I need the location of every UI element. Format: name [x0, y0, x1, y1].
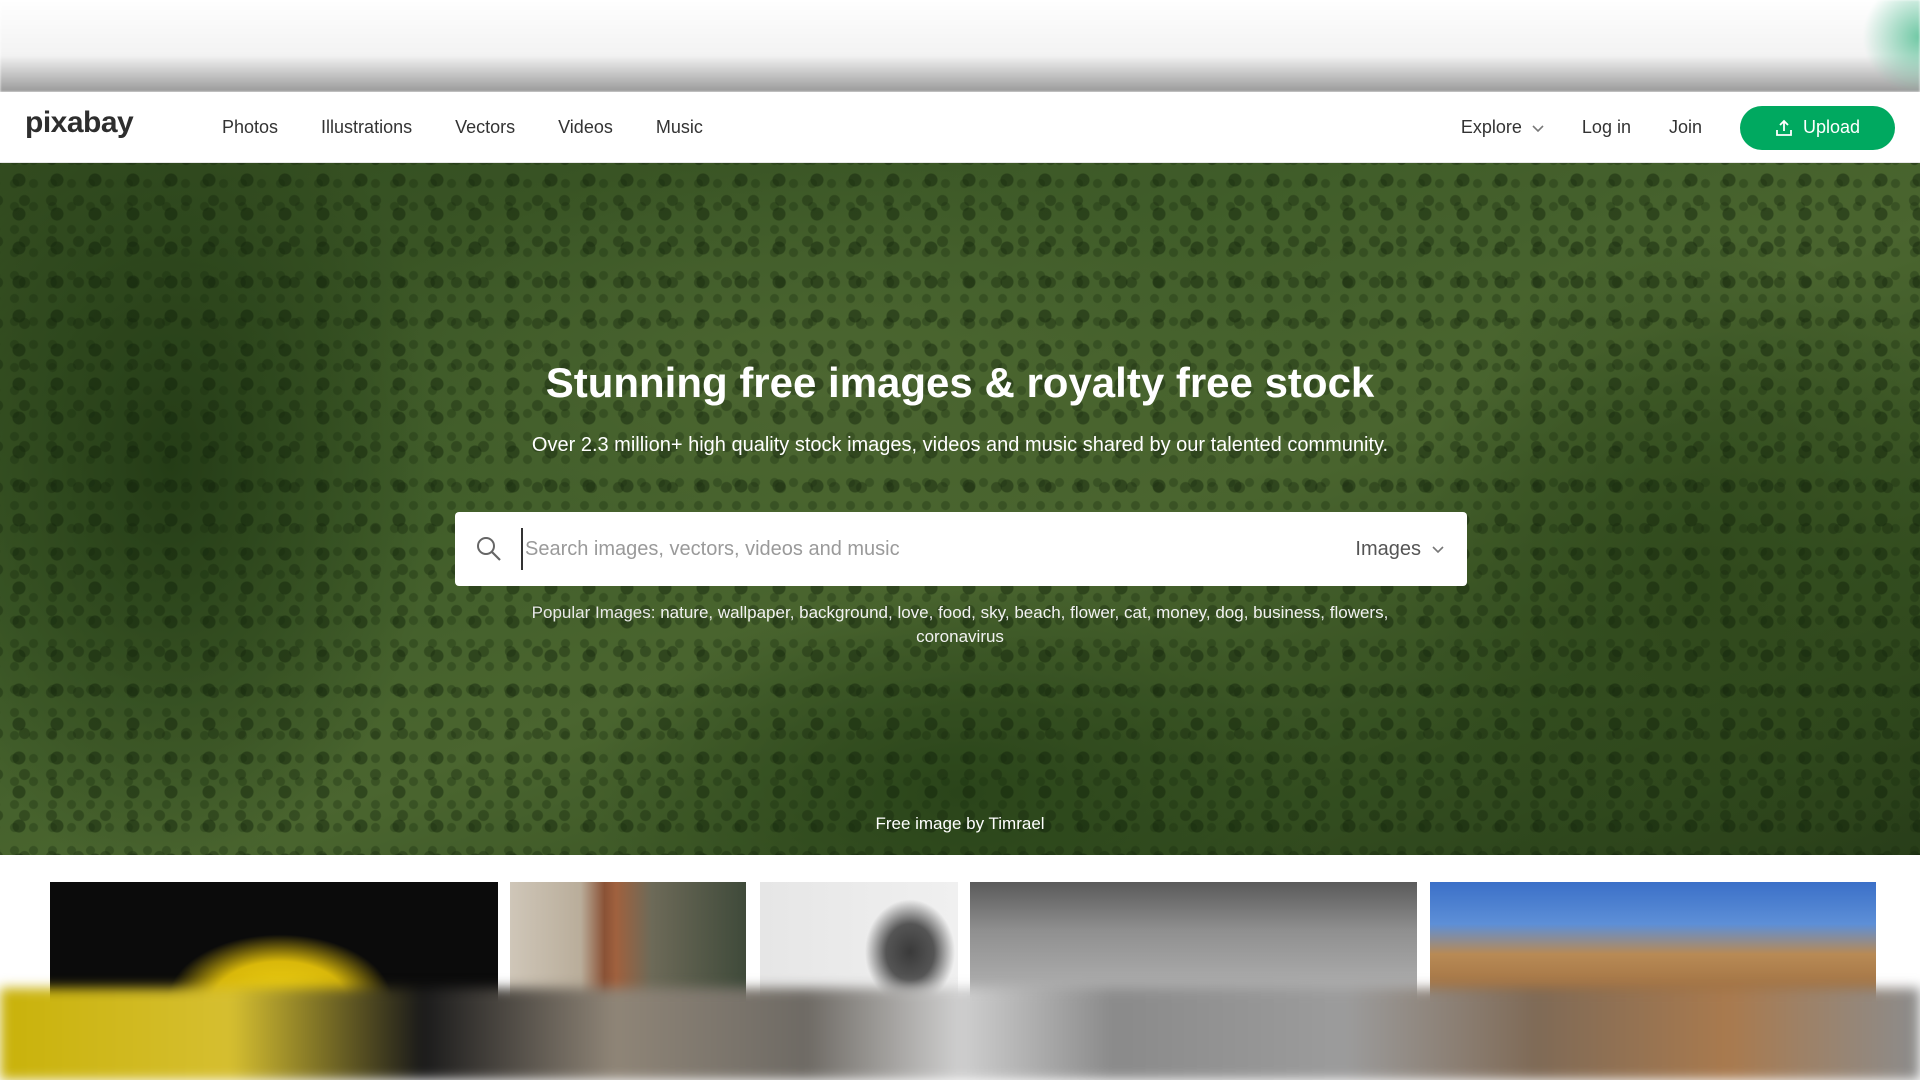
popular-label: Popular Images:: [531, 603, 656, 622]
popular-tag[interactable]: food: [938, 603, 971, 622]
gallery-image-yellow-flower[interactable]: [50, 882, 498, 1002]
popular-tag[interactable]: coronavirus: [916, 627, 1004, 646]
upload-button[interactable]: Upload: [1740, 105, 1895, 150]
chevron-down-icon: [1532, 124, 1544, 132]
popular-tag[interactable]: flowers: [1330, 603, 1384, 622]
gallery-image-eiffel-tower[interactable]: [510, 882, 746, 1002]
site-header: pixabay Photos Illustrations Vectors Vid…: [0, 92, 1920, 163]
popular-tag[interactable]: dog: [1215, 603, 1243, 622]
popular-tag[interactable]: background: [799, 603, 888, 622]
login-link[interactable]: Log in: [1582, 117, 1631, 138]
upload-label: Upload: [1802, 117, 1861, 137]
blurred-top-strip: [0, 0, 1920, 92]
upload-icon: [1776, 119, 1792, 136]
search-bar: Images: [455, 512, 1467, 586]
image-credit[interactable]: Free image by Timrael: [0, 814, 1920, 834]
blurred-bottom-strip: [0, 988, 1920, 1080]
main-nav: Photos Illustrations Vectors Videos Musi…: [222, 92, 746, 163]
gallery-image-ancient-ruins[interactable]: [1430, 882, 1876, 1002]
nav-videos[interactable]: Videos: [558, 117, 613, 138]
explore-menu[interactable]: Explore: [1461, 117, 1544, 138]
hero-title: Stunning free images & royalty free stoc…: [545, 359, 1375, 406]
hero-subtitle: Over 2.3 million+ high quality stock ima…: [531, 434, 1389, 456]
nav-illustrations[interactable]: Illustrations: [321, 117, 412, 138]
nav-photos[interactable]: Photos: [222, 117, 278, 138]
popular-tag[interactable]: money: [1156, 603, 1206, 622]
search-type-dropdown[interactable]: Images: [1355, 538, 1445, 561]
nav-music[interactable]: Music: [656, 117, 703, 138]
nav-vectors[interactable]: Vectors: [455, 117, 515, 138]
pixabay-logo[interactable]: pixabay: [25, 106, 134, 140]
gallery-image-cloudy-sky[interactable]: [970, 882, 1417, 1002]
search-icon[interactable]: [475, 535, 503, 563]
hero-banner: Stunning free images & royalty free stoc…: [0, 163, 1920, 855]
popular-tag[interactable]: sky: [981, 603, 1005, 622]
gallery-image-chimpanzee[interactable]: [760, 882, 958, 1002]
popular-tag[interactable]: business: [1253, 603, 1320, 622]
popular-tag[interactable]: flower: [1070, 603, 1114, 622]
popular-tag[interactable]: wallpaper: [718, 603, 790, 622]
chevron-down-icon: [1432, 546, 1444, 554]
join-link[interactable]: Join: [1669, 117, 1702, 138]
popular-tag[interactable]: cat: [1124, 603, 1147, 622]
popular-tag[interactable]: beach: [1014, 603, 1060, 622]
search-type-label: Images: [1355, 537, 1421, 560]
explore-label: Explore: [1460, 117, 1522, 137]
search-input[interactable]: [521, 528, 1356, 570]
popular-tag[interactable]: love: [897, 603, 928, 622]
popular-searches: Popular Images: nature, wallpaper, backg…: [531, 603, 1389, 646]
popular-tag[interactable]: nature: [660, 603, 708, 622]
header-actions: Explore Log in Join Upload: [1461, 92, 1895, 163]
